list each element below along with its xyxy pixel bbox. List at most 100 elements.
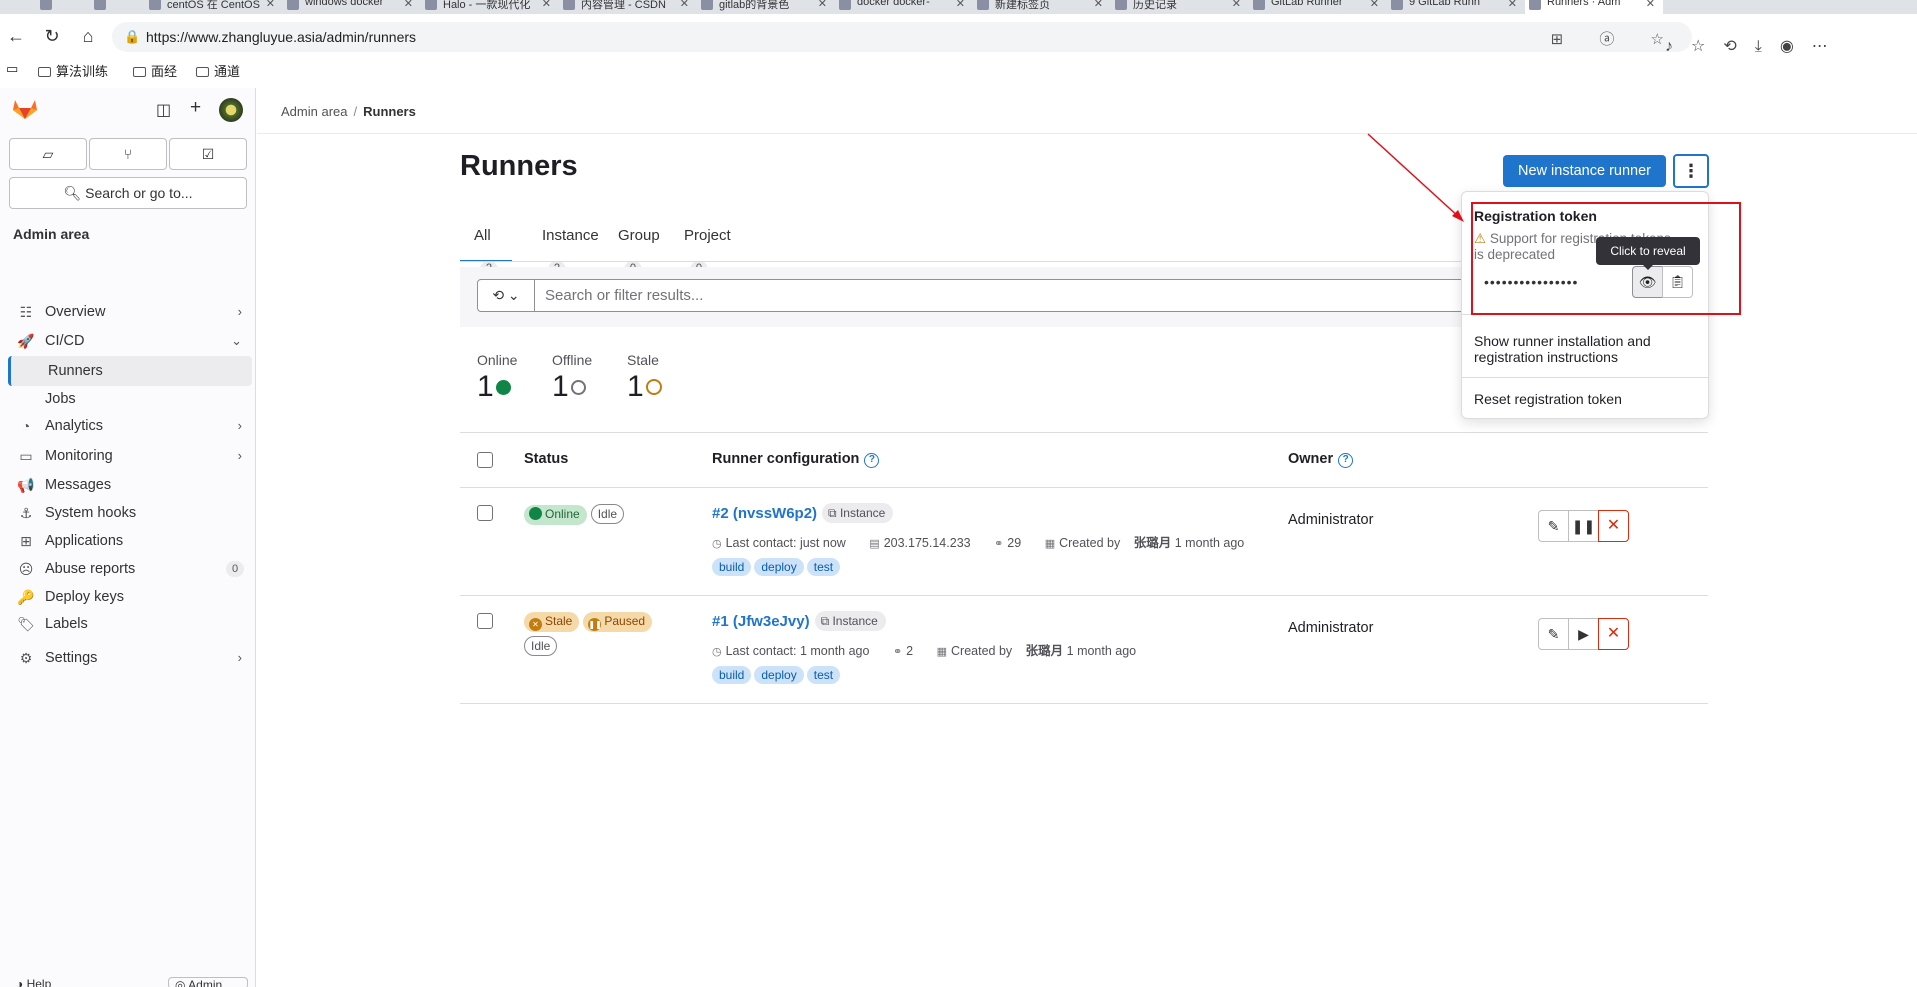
stale-icon: ✕ [529,618,542,631]
sidebar-item-system-hooks[interactable]: ⚓ System hooks [8,498,252,528]
annotation-arrow [1367,133,1464,222]
breadcrumb-current: Runners [363,104,416,119]
plus-icon[interactable]: + [190,97,201,119]
sidebar-item-overview[interactable]: ☷ Overview › [8,297,252,327]
close-tab-icon[interactable]: ✕ [1232,0,1241,10]
admin-button[interactable]: ◎ Admin [168,977,248,987]
tag: test [806,666,841,684]
sidebar-item-analytics[interactable]: ◔ Analytics › [8,411,252,441]
stat-stale: Stale 1 [627,352,662,404]
merge-requests-button[interactable]: ⑂ [89,138,167,170]
browser-toolbar-icons[interactable]: ♪☆⟲⤓◉⋯ [1665,36,1846,56]
recent-searches-button[interactable]: ⟲ ⌄ [477,279,535,312]
home-icon[interactable]: ⌂ [78,26,98,46]
tab-project[interactable]: Project0 [670,220,745,278]
help-button[interactable]: ◑ Help [16,977,51,987]
help-icon[interactable]: ? [864,453,880,468]
select-all-checkbox[interactable] [477,452,493,468]
runner-name-link[interactable]: #1 (Jfw3eJvy) [712,613,810,630]
todo-button[interactable]: ☑ [169,138,247,170]
sidebar-item-runners[interactable]: Runners [8,356,252,386]
sidebar-toggle-icon[interactable]: ◫ [156,100,171,120]
avatar[interactable] [219,98,243,122]
close-tab-icon[interactable]: ✕ [1508,0,1517,10]
edit-button[interactable]: ✎ [1538,618,1569,650]
browser-tab[interactable]: 9 GitLab Runn ✕ [1387,0,1525,14]
sidebar-item-messages[interactable]: 📢 Messages [8,470,252,500]
runner-name-link[interactable]: #2 (nvssW6p2) [712,505,817,522]
reload-icon[interactable]: ↻ [42,26,62,46]
stale-status-icon [645,379,662,395]
url-field[interactable]: 🔒 https://www.zhangluyue.asia/admin/runn… [112,22,1692,52]
browser-tab[interactable]: docker docker- ✕ [835,0,973,14]
sidebar-item-label: System hooks [45,505,137,521]
browser-tab[interactable]: windows docker ✕ [283,0,421,14]
reading-icon[interactable]: ▭ [6,61,18,77]
help-icon[interactable]: ? [1338,453,1354,468]
url-action-icons[interactable]: ⊞ ⓐ ☆ [1551,28,1680,49]
more-actions-button[interactable]: ⋮ [1673,154,1709,188]
bookmark-folder[interactable]: 算法训练 [38,61,108,80]
row-checkbox[interactable] [477,505,493,521]
browser-tab[interactable]: gitlab的背景色 ✕ [697,0,835,14]
close-tab-icon[interactable]: ✕ [956,0,965,10]
close-icon: ✕ [1606,625,1621,642]
sidebar-item-monitoring[interactable]: ▭ Monitoring › [8,441,252,471]
show-instructions-item[interactable]: Show runner installation and registratio… [1474,333,1694,365]
sidebar-item-jobs[interactable]: Jobs [8,384,252,414]
sidebar: ◫ + ▱ ⑂ ☑ 🔍︎ Search or go to... Admin ar… [0,88,256,987]
play-icon: ▶ [1578,626,1589,642]
new-instance-runner-button[interactable]: New instance runner [1503,155,1666,187]
tab-group[interactable]: Group0 [604,220,674,278]
browser-tab[interactable]: GitLab Runner ✕ [1249,0,1387,14]
runner-configuration: #2 (nvssW6p2) ⧉ Instance ◷ Last contact: j… [712,503,1264,576]
close-tab-icon[interactable]: ✕ [818,0,827,10]
close-tab-icon[interactable]: ✕ [1646,0,1655,10]
row-checkbox[interactable] [477,613,493,629]
close-tab-icon[interactable]: ✕ [266,0,275,10]
pause-button[interactable]: ❚❚ [1568,510,1599,542]
tab-instance[interactable]: Instance2 [528,220,613,278]
close-tab-icon[interactable]: ✕ [1094,0,1103,10]
browser-tab[interactable]: 历史记录 ✕ [1111,0,1249,14]
resume-button[interactable]: ▶ [1568,618,1599,650]
gitlab-logo-icon[interactable] [12,98,38,120]
browser-tab[interactable]: centOS 在 CentOS ✕ [145,0,283,14]
close-tab-icon[interactable]: ✕ [1370,0,1379,10]
sidebar-item-deploy-keys[interactable]: 🔑 Deploy keys [8,582,252,612]
tab-favicon-icon [1253,0,1265,10]
sidebar-item-settings[interactable]: ⚙ Settings › [8,643,252,673]
delete-button[interactable]: ✕ [1598,510,1629,542]
tab-all[interactable]: All2 [460,220,512,278]
close-tab-icon[interactable]: ✕ [404,0,413,10]
browser-tab[interactable]: Halo - 一款现代化 ✕ [421,0,559,14]
reset-token-item[interactable]: Reset registration token [1474,391,1694,407]
sidebar-item-abuse-reports[interactable]: ☹ Abuse reports 0 [8,554,252,584]
breadcrumb-admin-area[interactable]: Admin area [281,104,347,119]
creator-link[interactable]: 张璐月 [1026,644,1064,658]
creator-link[interactable]: 张璐月 [1134,536,1172,550]
clock-icon: ◷ [712,538,722,550]
sidebar-item-ci-cd[interactable]: 🚀 CI/CD ⌄ [8,326,252,356]
browser-tab[interactable]: 新建标签页 ✕ [973,0,1111,14]
key-icon: 🔑 [17,589,35,605]
search-button[interactable]: 🔍︎ Search or go to... [9,177,247,209]
delete-button[interactable]: ✕ [1598,618,1629,650]
sidebar-item-applications[interactable]: ⊞ Applications [8,526,252,556]
close-tab-icon[interactable]: ✕ [680,0,689,10]
bookmark-folder[interactable]: 面经 [133,61,177,80]
browser-tab[interactable]: 内容管理 - CSDN ✕ [559,0,697,14]
bookmark-folder[interactable]: 通道 [196,61,240,80]
close-tab-icon[interactable]: ✕ [542,0,551,10]
browser-tab[interactable]: Runners · Adm ✕ [1525,0,1663,14]
back-icon[interactable]: ← [6,26,26,46]
issues-button[interactable]: ▱ [9,138,87,170]
status-badge-online: Online [524,505,587,525]
pipeline-icon: ⚭ [892,646,903,658]
runner-meta: ◷ Last contact: just now ▤ 203.175.14.233 … [712,536,1245,550]
sidebar-item-labels[interactable]: 🏷 Labels [8,609,252,639]
pipeline-icon: ⚭ [994,538,1004,550]
status-badge-stale: ✕ Stale [524,612,580,632]
edit-button[interactable]: ✎ [1538,510,1569,542]
table-row: Online Idle #2 (nvssW6p2) ⧉ Instance ◷ Last… [460,488,1708,596]
